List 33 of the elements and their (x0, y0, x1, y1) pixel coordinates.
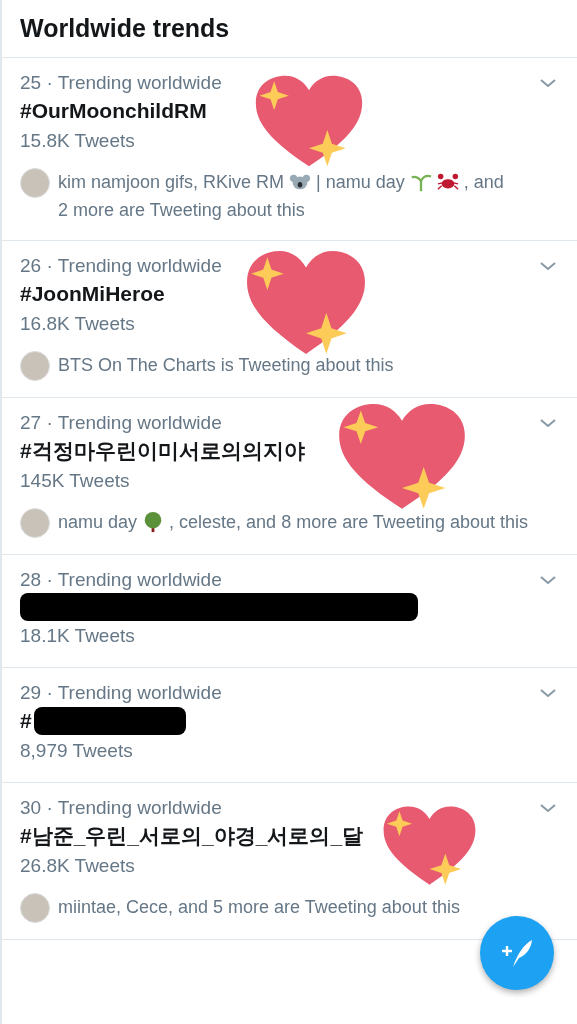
context-text: this (499, 511, 528, 534)
tweet-count: 145K Tweets (20, 469, 130, 493)
tweet-count: 15.8K Tweets (20, 129, 135, 153)
tweet-count: 8,979 Tweets (20, 739, 133, 763)
tweet-count: 16.8K Tweets (20, 312, 135, 336)
trend-rank: 28 · Trending worldwide (20, 568, 222, 592)
trend-name[interactable]: #JoonMiHeroe (20, 279, 165, 309)
trend-rank: 30 · Trending worldwide (20, 796, 222, 820)
tweet-count: 26.8K Tweets (20, 854, 135, 878)
trend-name[interactable]: # (20, 706, 32, 736)
avatar (20, 893, 50, 923)
trend-rank: 25 · Trending worldwide (20, 71, 222, 95)
context-text: namu day (58, 511, 138, 534)
avatar (20, 351, 50, 381)
context-text: , celeste, and 8 more are Tweeting about (169, 511, 495, 534)
context-text: kim namjoon gifs, RKive RM (58, 171, 285, 194)
trend-name[interactable]: #남준_우린_서로의_야경_서로의_달 (20, 821, 364, 851)
trend-rank: 29 · Trending worldwide (20, 681, 222, 705)
context-text: BTS On The Charts is Tweeting about this (58, 354, 394, 377)
compose-button[interactable] (480, 916, 554, 990)
tweet-count: 18.1K Tweets (20, 624, 135, 648)
trend-name[interactable]: #걱정마우린이미서로의의지야 (20, 436, 305, 466)
avatar (20, 508, 50, 538)
trend-rank: 27 · Trending worldwide (20, 411, 222, 435)
context-text: , and (463, 171, 504, 194)
page-title: Worldwide trends (20, 14, 230, 43)
trend-name[interactable]: #OurMoonchildRM (20, 96, 207, 126)
context-text: | namu day (316, 171, 405, 194)
context-text: miintae, Cece, and 5 more are Tweeting about this (58, 896, 460, 919)
avatar (20, 168, 50, 198)
crab-icon (436, 171, 459, 193)
context-text: 2 more are Tweeting about this (58, 199, 305, 222)
trend-rank: 26 · Trending worldwide (20, 254, 222, 278)
